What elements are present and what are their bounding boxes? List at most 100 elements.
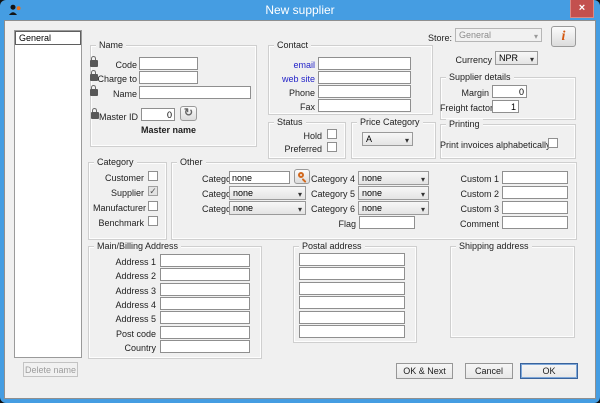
printing-group-caption: Printing (446, 119, 483, 129)
margin-input[interactable] (492, 85, 527, 98)
custom3-input[interactable] (502, 201, 568, 214)
print-alphabetically-checkbox[interactable] (548, 138, 558, 148)
ok-next-button[interactable]: OK & Next (396, 363, 453, 379)
postal-line6-input[interactable] (299, 325, 405, 338)
address2-input[interactable] (160, 268, 250, 281)
ok-button[interactable]: OK (520, 363, 578, 379)
address2-label: Address 2 (94, 271, 156, 281)
category4-select[interactable]: none (358, 171, 429, 185)
comment-input[interactable] (502, 216, 568, 229)
billing-address-caption: Main/Billing Address (94, 241, 181, 251)
currency-select[interactable]: NPR (495, 51, 538, 65)
address5-label: Address 5 (94, 314, 156, 324)
master-id-label: Master ID (98, 112, 138, 122)
email-input[interactable] (318, 57, 411, 70)
info-button[interactable]: i (551, 26, 576, 47)
custom1-label: Custom 1 (448, 174, 499, 184)
preferred-label: Preferred (275, 144, 322, 154)
code-input[interactable] (139, 57, 198, 70)
charge-to-label: Charge to (90, 74, 137, 84)
address3-label: Address 3 (94, 286, 156, 296)
supplier-details-caption: Supplier details (446, 72, 514, 82)
country-input[interactable] (160, 340, 250, 353)
custom2-label: Custom 2 (448, 189, 499, 199)
shipping-address-caption: Shipping address (456, 241, 532, 251)
address1-input[interactable] (160, 254, 250, 267)
supplier-checkbox[interactable] (148, 186, 158, 196)
flag-label: Flag (320, 219, 356, 229)
category3-value: none (233, 203, 253, 213)
fax-input[interactable] (318, 99, 411, 112)
postcode-input[interactable] (160, 326, 250, 339)
charge-to-input[interactable] (139, 71, 198, 84)
category4-value: none (362, 173, 382, 183)
margin-label: Margin (440, 88, 489, 98)
postal-line2-input[interactable] (299, 267, 405, 280)
category4-label: Category 4 (300, 174, 355, 184)
contact-group-caption: Contact (274, 40, 311, 50)
website-input[interactable] (318, 71, 411, 84)
info-icon: i (562, 29, 566, 44)
flag-input[interactable] (359, 216, 415, 229)
postcode-label: Post code (94, 329, 156, 339)
postal-line4-input[interactable] (299, 296, 405, 309)
hold-label: Hold (275, 131, 322, 141)
category5-select[interactable]: none (358, 186, 429, 200)
address4-input[interactable] (160, 297, 250, 310)
custom2-input[interactable] (502, 186, 568, 199)
store-select: General (455, 28, 542, 42)
page-list: General (14, 30, 82, 358)
manufacturer-checkbox[interactable] (148, 201, 158, 211)
category-group-caption: Category (94, 157, 137, 167)
hold-checkbox[interactable] (327, 129, 337, 139)
price-category-value: A (366, 134, 372, 144)
postal-line5-input[interactable] (299, 311, 405, 324)
address3-input[interactable] (160, 283, 250, 296)
fax-label: Fax (270, 102, 315, 112)
name-input[interactable] (139, 86, 251, 99)
customer-label: Customer (93, 173, 144, 183)
website-link[interactable]: web site (270, 74, 315, 84)
email-link[interactable]: email (270, 60, 315, 70)
category2-select[interactable]: none (229, 186, 306, 200)
price-category-caption: Price Category (357, 117, 423, 127)
customer-checkbox[interactable] (148, 171, 158, 181)
country-label: Country (94, 343, 156, 353)
freight-factor-label: Freight factor (440, 103, 489, 113)
address5-input[interactable] (160, 311, 250, 324)
delete-name-button[interactable]: Delete name (23, 362, 78, 377)
screenshot-root: New supplier × General Store: General i … (0, 0, 600, 403)
preferred-checkbox[interactable] (327, 142, 337, 152)
custom3-label: Custom 3 (448, 204, 499, 214)
benchmark-checkbox[interactable] (148, 216, 158, 226)
sidebar-item-general[interactable]: General (15, 31, 81, 45)
content-layer: General Store: General i Currency NPR Na… (0, 0, 600, 403)
cancel-button[interactable]: Cancel (465, 363, 513, 379)
category6-value: none (362, 203, 382, 213)
price-category-select[interactable]: A (362, 132, 413, 146)
currency-value: NPR (499, 53, 518, 63)
phone-input[interactable] (318, 85, 411, 98)
manufacturer-label: Manufacturer (93, 203, 144, 213)
category5-value: none (362, 188, 382, 198)
postal-address-caption: Postal address (299, 241, 365, 251)
category3-select[interactable]: none (229, 201, 306, 215)
postal-line3-input[interactable] (299, 282, 405, 295)
code-label: Code (96, 60, 137, 70)
master-id-input[interactable] (141, 108, 175, 121)
master-name-label: Master name (141, 125, 201, 135)
freight-factor-input[interactable] (492, 100, 519, 113)
category2-value: none (233, 188, 253, 198)
category6-select[interactable]: none (358, 201, 429, 215)
address4-label: Address 4 (94, 300, 156, 310)
custom1-input[interactable] (502, 171, 568, 184)
sync-master-button[interactable]: ↻ (180, 106, 197, 121)
postal-line1-input[interactable] (299, 253, 405, 266)
comment-label: Comment (448, 219, 499, 229)
sync-icon: ↻ (184, 107, 193, 119)
benchmark-label: Benchmark (93, 218, 144, 228)
print-alphabetically-label: Print invoices alphabetically (440, 140, 545, 150)
other-group-caption: Other (177, 157, 206, 167)
category1-input[interactable] (229, 171, 290, 184)
address1-label: Address 1 (94, 257, 156, 267)
